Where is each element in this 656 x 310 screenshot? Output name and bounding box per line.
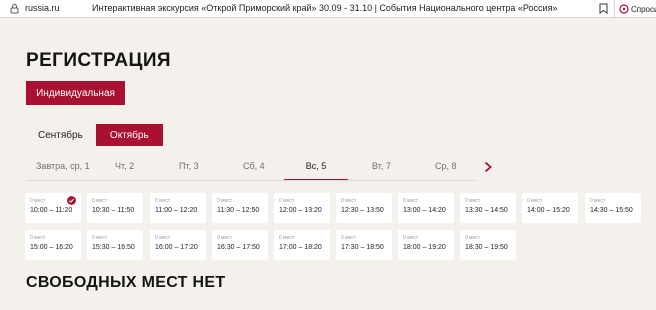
slot-time: 13:30 – 14:50 [465, 207, 508, 214]
time-slot[interactable]: 0 мест 16:30 – 17:50 [212, 230, 268, 260]
slot-seats: 0 мест [155, 235, 171, 241]
slot-seats: 0 мест [30, 235, 46, 241]
slot-time: 18:00 – 19:20 [403, 244, 446, 251]
slot-time: 15:30 – 16:50 [92, 244, 135, 251]
tab-october[interactable]: Октябрь [95, 124, 163, 146]
slot-seats: 0 мест [341, 235, 357, 241]
slot-seats: 0 мест [30, 198, 46, 204]
slot-time: 12:00 – 13:20 [279, 207, 322, 214]
day-tab[interactable]: Вт, 7 [372, 158, 391, 181]
slot-time: 14:30 – 15:50 [590, 207, 633, 214]
address-url[interactable]: russia.ru [25, 3, 60, 13]
slot-seats: 0 мест [590, 198, 606, 204]
slot-seats: 0 мест [92, 198, 108, 204]
ask-label: Спроси [631, 4, 656, 14]
day-tab[interactable]: Завтра, ср, 1 [36, 158, 90, 181]
slot-seats: 0 мест [155, 198, 171, 204]
slot-time: 16:00 – 17:20 [155, 244, 198, 251]
time-slot[interactable]: 0 мест 16:00 – 17:20 [150, 230, 206, 260]
slot-time: 11:00 – 12:20 [155, 207, 198, 214]
slot-seats: 0 мест [279, 235, 295, 241]
lock-icon [10, 4, 19, 14]
time-slot[interactable]: 0 мест 17:00 – 18:20 [274, 230, 330, 260]
time-slot[interactable]: 0 мест 18:00 – 19:20 [398, 230, 454, 260]
slot-seats: 0 мест [217, 235, 233, 241]
slot-seats: 0 мест [92, 235, 108, 241]
day-tab-selected[interactable]: Вс, 5 [284, 158, 348, 181]
chevron-right-icon[interactable] [483, 161, 493, 173]
slot-time: 13:00 – 14:20 [403, 207, 446, 214]
slot-time: 18:30 – 19:50 [465, 244, 508, 251]
slot-time: 16:30 – 17:50 [217, 244, 260, 251]
time-slot[interactable]: 0 мест 12:00 – 13:20 [274, 193, 330, 223]
check-icon [67, 196, 76, 205]
time-slot[interactable]: 0 мест 18:30 – 19:50 [460, 230, 516, 260]
tab-september[interactable]: Сентябрь [28, 124, 93, 146]
time-slot[interactable]: 0 мест 11:00 – 12:20 [150, 193, 206, 223]
slot-time: 17:30 – 18:50 [341, 244, 384, 251]
time-slot[interactable]: 0 мест 14:00 – 15:20 [522, 193, 578, 223]
time-slot[interactable]: 0 мест 13:30 – 14:50 [460, 193, 516, 223]
individual-registration-button[interactable]: Индивидуальная [26, 81, 125, 105]
time-slot[interactable]: 0 мест 12:30 – 13:50 [336, 193, 392, 223]
bookmark-icon[interactable] [599, 3, 608, 14]
slot-time: 14:00 – 15:20 [527, 207, 570, 214]
time-slot[interactable]: 0 мест 11:30 – 12:50 [212, 193, 268, 223]
day-tab[interactable]: Ср, 8 [435, 158, 457, 181]
slot-seats: 0 мест [279, 198, 295, 204]
slot-seats: 0 мест [527, 198, 543, 204]
time-slot[interactable]: 0 мест 10:00 – 11:20 [25, 193, 81, 223]
slot-seats: 0 мест [217, 198, 233, 204]
slot-seats: 0 мест [341, 198, 357, 204]
slot-time: 11:30 – 12:50 [217, 207, 260, 214]
slot-time: 15:00 – 16:20 [30, 244, 73, 251]
time-slot[interactable]: 0 мест 14:30 – 15:50 [585, 193, 641, 223]
time-slot[interactable]: 0 мест 17:30 – 18:50 [336, 230, 392, 260]
browser-page-title: Интерактивная экскурсия «Открой Приморск… [92, 3, 558, 13]
time-slot[interactable]: 0 мест 10:30 – 11:50 [87, 193, 143, 223]
time-slot[interactable]: 0 мест 15:00 – 16:20 [25, 230, 81, 260]
slot-time: 12:30 – 13:50 [341, 207, 384, 214]
slot-seats: 0 мест [465, 235, 481, 241]
day-tabs: Завтра, ср, 1 Чт, 2 Пт, 3 Сб, 4 Вс, 5 Вт… [26, 158, 476, 181]
day-tab[interactable]: Сб, 4 [243, 158, 265, 181]
day-tabs-divider [26, 180, 476, 181]
slot-time: 17:00 – 18:20 [279, 244, 322, 251]
slot-seats: 0 мест [403, 198, 419, 204]
month-tabs: Сентябрь Октябрь [28, 124, 163, 146]
chat-icon [619, 4, 629, 14]
time-slot[interactable]: 0 мест 15:30 – 16:50 [87, 230, 143, 260]
time-slot[interactable]: 0 мест 13:00 – 14:20 [398, 193, 454, 223]
slot-time: 10:00 – 11:20 [30, 207, 73, 214]
ask-button[interactable]: Спроси [614, 0, 656, 18]
day-tab[interactable]: Пт, 3 [179, 158, 199, 181]
registration-heading: РЕГИСТРАЦИЯ [26, 50, 171, 71]
browser-address-bar: russia.ru Интерактивная экскурсия «Откро… [0, 0, 656, 18]
day-tab[interactable]: Чт, 2 [115, 158, 134, 181]
slot-seats: 0 мест [403, 235, 419, 241]
slot-seats: 0 мест [465, 198, 481, 204]
no-seats-heading: СВОБОДНЫХ МЕСТ НЕТ [26, 274, 226, 291]
slot-time: 10:30 – 11:50 [92, 207, 135, 214]
